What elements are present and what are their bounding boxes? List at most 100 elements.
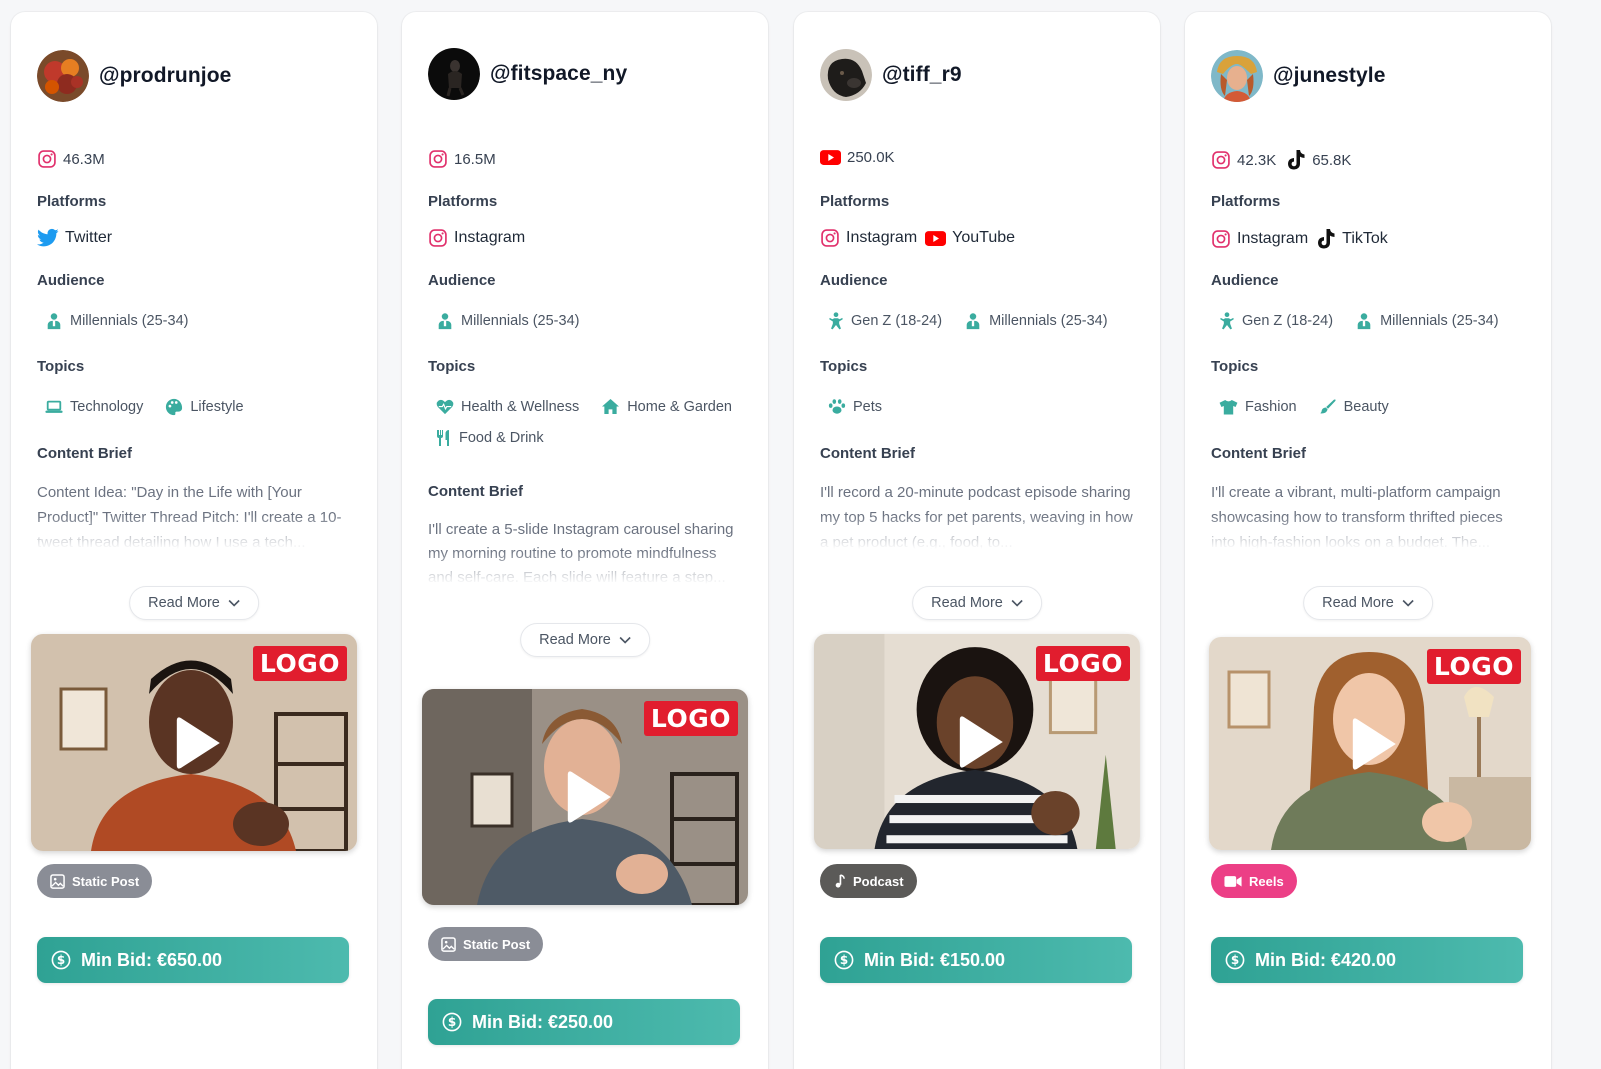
brand-logo: LOGO xyxy=(1426,649,1521,684)
audience-chip: Gen Z (18-24) xyxy=(1219,312,1333,330)
content-brief-text: I'll create a vibrant, multi-platform ca… xyxy=(1211,484,1503,551)
topic-chip: Food & Drink xyxy=(436,429,544,447)
instagram-icon xyxy=(821,229,839,247)
avatar[interactable] xyxy=(820,47,872,103)
dollar-circle-icon: $ xyxy=(442,1012,462,1032)
stat-instagram: 42.3K xyxy=(1211,150,1276,170)
creator-handle[interactable]: @tiff_r9 xyxy=(882,63,962,87)
topics-list: Health & Wellness Home & Garden Food & D… xyxy=(436,398,756,447)
dollar-circle-icon: $ xyxy=(1225,950,1245,970)
audience-label: Audience xyxy=(428,272,496,289)
audience-chip-label: Millennials (25-34) xyxy=(1380,313,1499,329)
platforms-label: Platforms xyxy=(428,193,498,210)
audience-chip-label: Millennials (25-34) xyxy=(70,313,189,329)
creator-card[interactable]: @tiff_r9 250.0K Platforms Instagram YouT… xyxy=(794,12,1160,1069)
creator-card[interactable]: @prodrunjoe 46.3M Platforms Twitter Audi… xyxy=(11,12,377,1069)
millennials-icon xyxy=(966,313,980,330)
brand-logo: LOGO xyxy=(252,646,347,681)
palette-icon xyxy=(166,398,183,416)
topic-chip-label: Home & Garden xyxy=(627,398,732,415)
svg-text:$: $ xyxy=(448,1015,456,1029)
avatar[interactable] xyxy=(428,46,480,102)
read-more-button[interactable]: Read More xyxy=(1303,586,1433,620)
svg-text:$: $ xyxy=(1231,953,1239,967)
platform-label: YouTube xyxy=(952,229,1016,246)
min-bid-button[interactable]: $ Min Bid: €420.00 xyxy=(1211,937,1523,983)
stat-value: 250.0K xyxy=(847,149,895,166)
platforms-label: Platforms xyxy=(820,193,890,210)
creator-card[interactable]: @junestyle 42.3K 65.8K Platforms Instagr… xyxy=(1185,12,1551,1069)
content-brief-label: Content Brief xyxy=(1211,445,1306,462)
stat-value: 16.5M xyxy=(454,150,496,168)
avatar[interactable] xyxy=(1211,50,1263,102)
min-bid-button[interactable]: $ Min Bid: €650.00 xyxy=(37,937,349,983)
min-bid-label: Min Bid: €420.00 xyxy=(1255,949,1397,970)
follower-stats: 16.5M xyxy=(428,149,496,169)
follower-stats: 250.0K xyxy=(820,149,895,166)
platforms-list: Instagram TikTok xyxy=(1211,228,1388,250)
paw-icon xyxy=(828,399,846,414)
format-badge: Reels xyxy=(1211,864,1297,898)
play-icon[interactable] xyxy=(1351,716,1399,772)
read-more-label: Read More xyxy=(148,595,220,611)
topics-label: Topics xyxy=(428,358,476,375)
platform-tiktok: TikTok xyxy=(1316,228,1388,250)
creator-header: @tiff_r9 xyxy=(820,47,962,103)
play-icon[interactable] xyxy=(175,715,223,771)
svg-text:$: $ xyxy=(840,953,848,967)
brush-icon xyxy=(1319,399,1336,414)
min-bid-button[interactable]: $ Min Bid: €250.00 xyxy=(428,999,740,1045)
instagram-icon xyxy=(38,150,56,168)
topic-chip: Beauty xyxy=(1319,398,1389,416)
content-brief-label: Content Brief xyxy=(428,483,523,500)
video-thumbnail[interactable]: LOGO xyxy=(814,634,1140,849)
image-icon xyxy=(441,936,456,952)
video-thumbnail[interactable]: LOGO xyxy=(1209,637,1531,850)
read-more-button[interactable]: Read More xyxy=(520,623,650,657)
genz-icon xyxy=(829,312,843,330)
music-note-icon xyxy=(835,873,845,888)
genz-icon xyxy=(1220,312,1234,330)
play-icon[interactable] xyxy=(958,714,1006,770)
avatar[interactable] xyxy=(37,50,89,102)
instagram-icon xyxy=(429,229,447,247)
video-thumbnail[interactable]: LOGO xyxy=(31,634,357,851)
platform-instagram: Instagram xyxy=(1211,229,1308,249)
utensils-icon xyxy=(437,430,449,446)
min-bid-label: Min Bid: €250.00 xyxy=(472,1011,614,1032)
brand-logo: LOGO xyxy=(1035,646,1130,681)
video-thumbnail[interactable]: LOGO xyxy=(422,689,748,905)
chevron-down-icon xyxy=(228,599,240,607)
format-badge-label: Static Post xyxy=(72,873,140,889)
topic-chip: Home & Garden xyxy=(601,398,732,415)
play-icon[interactable] xyxy=(566,769,614,825)
min-bid-button[interactable]: $ Min Bid: €150.00 xyxy=(820,937,1132,983)
audience-list: Gen Z (18-24) Millennials (25-34) xyxy=(828,312,1108,330)
platforms-label: Platforms xyxy=(1211,193,1281,210)
audience-list: Gen Z (18-24) Millennials (25-34) xyxy=(1219,312,1499,330)
stat-tiktok: 65.8K xyxy=(1286,149,1351,171)
audience-chip-label: Gen Z (18-24) xyxy=(1242,313,1334,329)
creator-handle[interactable]: @junestyle xyxy=(1273,64,1386,88)
topics-list: Technology Lifestyle xyxy=(45,398,244,416)
platforms-list: Instagram YouTube xyxy=(820,228,1015,248)
millennials-icon xyxy=(47,313,61,330)
stat-value: 46.3M xyxy=(63,150,105,168)
creator-card[interactable]: @fitspace_ny 16.5M Platforms Instagram A… xyxy=(402,12,768,1069)
follower-stats: 46.3M xyxy=(37,149,105,169)
follower-stats: 42.3K 65.8K xyxy=(1211,149,1351,171)
read-more-label: Read More xyxy=(539,632,611,648)
millennials-icon xyxy=(438,313,452,330)
read-more-button[interactable]: Read More xyxy=(912,586,1042,620)
topics-label: Topics xyxy=(37,358,85,375)
audience-chip-label: Millennials (25-34) xyxy=(989,313,1108,329)
creator-handle[interactable]: @prodrunjoe xyxy=(99,64,231,88)
platform-label: Instagram xyxy=(454,229,526,246)
home-icon xyxy=(602,398,620,415)
read-more-button[interactable]: Read More xyxy=(129,586,259,620)
platforms-list: Twitter xyxy=(37,228,112,248)
creator-handle[interactable]: @fitspace_ny xyxy=(490,62,627,86)
format-badge: Podcast xyxy=(820,864,917,898)
audience-chip: Millennials (25-34) xyxy=(45,312,188,330)
topic-chip: Lifestyle xyxy=(165,398,244,416)
